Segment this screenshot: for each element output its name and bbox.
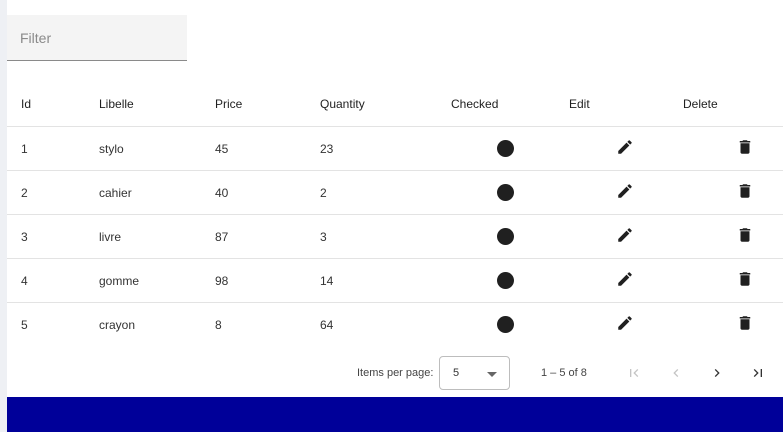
first-page-icon xyxy=(630,369,639,377)
header-libelle[interactable]: Libelle xyxy=(99,82,215,127)
trash-icon xyxy=(739,272,750,286)
delete-button[interactable] xyxy=(736,138,754,156)
filter-field[interactable] xyxy=(7,15,187,61)
table-row: 3 livre 87 3 xyxy=(7,214,783,259)
cell-delete xyxy=(681,303,783,347)
cell-delete xyxy=(681,258,783,303)
page-range-label: 1 – 5 of 8 xyxy=(541,367,587,379)
header-checked: Checked xyxy=(442,82,569,127)
cell-id: 1 xyxy=(7,126,99,171)
delete-button[interactable] xyxy=(736,182,754,200)
header-edit: Edit xyxy=(569,82,681,127)
cell-id: 5 xyxy=(21,317,28,332)
table-row: 4 gomme 98 14 xyxy=(7,258,783,303)
cell-delete xyxy=(681,214,783,259)
cell-edit xyxy=(569,170,681,215)
cell-libelle: crayon xyxy=(99,317,136,332)
cell-id: 3 xyxy=(7,214,99,259)
last-page-button[interactable] xyxy=(745,360,771,386)
pencil-icon xyxy=(618,272,632,286)
edit-button[interactable] xyxy=(616,182,634,200)
filled-circle-icon xyxy=(497,316,514,333)
cell-edit xyxy=(569,258,681,303)
next-page-button[interactable] xyxy=(704,360,730,386)
cell-checked xyxy=(442,258,569,303)
cell-price: 87 xyxy=(215,214,320,259)
products-table: Id Libelle Price Quantity Checked Edit D… xyxy=(7,82,783,346)
dropdown-arrow-icon xyxy=(487,372,497,377)
last-page-icon xyxy=(753,369,762,377)
page-size-select[interactable]: 5 xyxy=(439,356,510,390)
cell-id: 4 xyxy=(7,258,99,303)
cell-quantity: 64 xyxy=(320,317,334,332)
filled-circle-icon xyxy=(497,228,514,245)
cell-edit xyxy=(569,126,681,171)
filter-input[interactable] xyxy=(7,15,187,60)
cell-libelle: gomme xyxy=(99,258,215,303)
table-row: 2 cahier 40 2 xyxy=(7,170,783,215)
cell-price: 45 xyxy=(215,126,320,171)
cell-checked xyxy=(442,214,569,259)
page-size-value: 5 xyxy=(453,367,460,379)
cell-libelle: stylo xyxy=(99,126,215,171)
cell-libelle: livre xyxy=(99,214,215,259)
cell-quantity: 3 xyxy=(320,214,442,259)
pencil-icon xyxy=(618,228,632,242)
cell-id: 2 xyxy=(7,170,99,215)
cell-price: 98 xyxy=(215,258,320,303)
header-quantity[interactable]: Quantity xyxy=(320,82,442,127)
delete-button[interactable] xyxy=(736,226,754,244)
cell-checked xyxy=(442,126,569,171)
edit-button[interactable] xyxy=(616,226,634,244)
cell-price: 8 xyxy=(215,317,222,332)
cell-price: 40 xyxy=(215,170,320,215)
chevron-right-icon xyxy=(714,369,720,377)
trash-icon xyxy=(739,228,750,242)
items-per-page-label: Items per page: xyxy=(357,367,434,379)
cell-delete xyxy=(681,170,783,215)
pencil-icon xyxy=(618,184,632,198)
header-id[interactable]: Id xyxy=(7,82,99,127)
edit-button[interactable] xyxy=(616,314,634,332)
edit-button[interactable] xyxy=(616,138,634,156)
cell-edit xyxy=(569,303,681,347)
delete-button[interactable] xyxy=(736,314,754,332)
cell-quantity: 2 xyxy=(320,170,442,215)
pencil-icon xyxy=(618,316,632,330)
cell-checked xyxy=(442,303,569,347)
trash-icon xyxy=(739,316,750,330)
filled-circle-icon xyxy=(497,272,514,289)
table-row: 1 stylo 45 23 xyxy=(7,126,783,171)
filled-circle-icon xyxy=(497,140,514,157)
previous-page-button[interactable] xyxy=(663,360,689,386)
trash-icon xyxy=(739,184,750,198)
cell-quantity: 14 xyxy=(320,258,442,303)
paginator: Items per page: 5 1 – 5 of 8 xyxy=(7,350,783,396)
filled-circle-icon xyxy=(497,184,514,201)
table-row: 5 crayon 8 64 xyxy=(7,303,783,347)
first-page-button[interactable] xyxy=(621,360,647,386)
header-price[interactable]: Price xyxy=(215,82,320,127)
header-delete: Delete xyxy=(681,82,783,127)
delete-button[interactable] xyxy=(736,270,754,288)
chevron-left-icon xyxy=(673,369,679,377)
cell-quantity: 23 xyxy=(320,126,442,171)
main-card: Id Libelle Price Quantity Checked Edit D… xyxy=(7,0,783,432)
trash-icon xyxy=(739,140,750,154)
footer-bar xyxy=(7,397,783,432)
edit-button[interactable] xyxy=(616,270,634,288)
table-header-row: Id Libelle Price Quantity Checked Edit D… xyxy=(7,82,783,127)
cell-delete xyxy=(681,126,783,171)
cell-libelle: cahier xyxy=(99,170,215,215)
cell-checked xyxy=(442,170,569,215)
cell-edit xyxy=(569,214,681,259)
pencil-icon xyxy=(618,140,632,154)
